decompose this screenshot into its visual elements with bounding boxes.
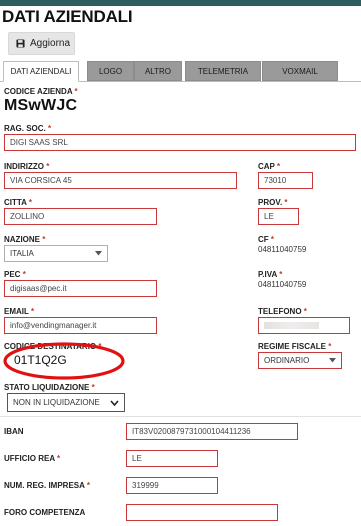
num-reg-impresa-input[interactable]: 319999 (126, 477, 218, 494)
codice-azienda-value: MSwWJC (4, 97, 78, 114)
chevron-down-icon (110, 399, 119, 406)
prov-label: PROV. * (258, 198, 288, 207)
indirizzo-label: INDIRIZZO * (4, 162, 50, 171)
top-accent-strip (0, 0, 361, 6)
tab-telemetria[interactable]: TELEMETRIA (185, 61, 261, 81)
regime-fiscale-label: REGIME FISCALE * (258, 342, 332, 351)
section-divider (0, 416, 361, 417)
tab-dati-aziendali[interactable]: DATI AZIENDALI (3, 61, 79, 82)
codice-azienda-label: CODICE AZIENDA * (4, 87, 78, 96)
cap-label: CAP * (258, 162, 281, 171)
piva-value: 04811040759 (258, 280, 307, 289)
stato-liquidazione-label: STATO LIQUIDAZIONE * (4, 383, 95, 392)
telefono-label: TELEFONO * (258, 307, 307, 316)
tab-label: LOGO (98, 66, 123, 76)
tab-voxmail[interactable]: VOXMAIL (262, 61, 338, 81)
telefono-redacted (264, 322, 319, 329)
iban-label: IBAN (4, 427, 24, 436)
num-reg-impresa-label: NUM. REG. IMPRESA * (4, 481, 90, 490)
cf-label: CF * (258, 235, 275, 244)
indirizzo-input[interactable]: VIA CORSICA 45 (4, 172, 237, 189)
citta-input[interactable]: ZOLLINO (4, 208, 157, 225)
update-button[interactable]: Aggiorna (8, 32, 75, 55)
tab-label: DATI AZIENDALI (10, 67, 72, 76)
iban-input[interactable]: IT83V0200879731000104411236 (126, 423, 298, 440)
foro-competenza-input[interactable] (126, 504, 278, 521)
stato-liquidazione-selected-value: NON IN LIQUIDAZIONE (13, 398, 100, 407)
pec-input[interactable]: digisaas@pec.it (4, 280, 157, 297)
foro-competenza-label: FORO COMPETENZA (4, 508, 86, 517)
chevron-down-icon (95, 251, 102, 256)
stato-liquidazione-select[interactable]: NON IN LIQUIDAZIONE (7, 393, 125, 412)
floppy-disk-icon (16, 39, 25, 48)
cf-value: 04811040759 (258, 245, 307, 254)
ufficio-rea-input[interactable]: LE (126, 450, 218, 467)
piva-label: P.IVA * (258, 270, 283, 279)
update-button-label: Aggiorna (30, 38, 71, 49)
nazione-selected-value: ITALIA (10, 249, 34, 258)
tab-label: ALTRO (144, 66, 172, 76)
rag-soc-input[interactable]: DIGI SAAS SRL (4, 134, 356, 151)
nazione-label: NAZIONE * (4, 235, 46, 244)
email-input[interactable]: info@vendingmanager.it (4, 317, 157, 334)
tab-label: TELEMETRIA (197, 66, 249, 76)
telefono-input[interactable] (258, 317, 350, 334)
tab-altro[interactable]: ALTRO (134, 61, 182, 81)
regime-fiscale-select[interactable]: ORDINARIO (258, 352, 342, 369)
annotation-ellipse (3, 342, 125, 380)
rag-soc-label: RAG. SOC. * (4, 124, 52, 133)
citta-label: CITTA * (4, 198, 33, 207)
page-title: DATI AZIENDALI (2, 7, 133, 26)
tab-label: VOXMAIL (282, 66, 318, 76)
cap-input[interactable]: 73010 (258, 172, 313, 189)
regime-fiscale-selected-value: ORDINARIO (264, 356, 310, 365)
tab-logo[interactable]: LOGO (87, 61, 134, 81)
pec-label: PEC * (4, 270, 26, 279)
chevron-down-icon (329, 358, 336, 363)
ufficio-rea-label: UFFICIO REA * (4, 454, 61, 463)
prov-input[interactable]: LE (258, 208, 299, 225)
email-label: EMAIL * (4, 307, 35, 316)
nazione-select[interactable]: ITALIA (4, 245, 108, 262)
